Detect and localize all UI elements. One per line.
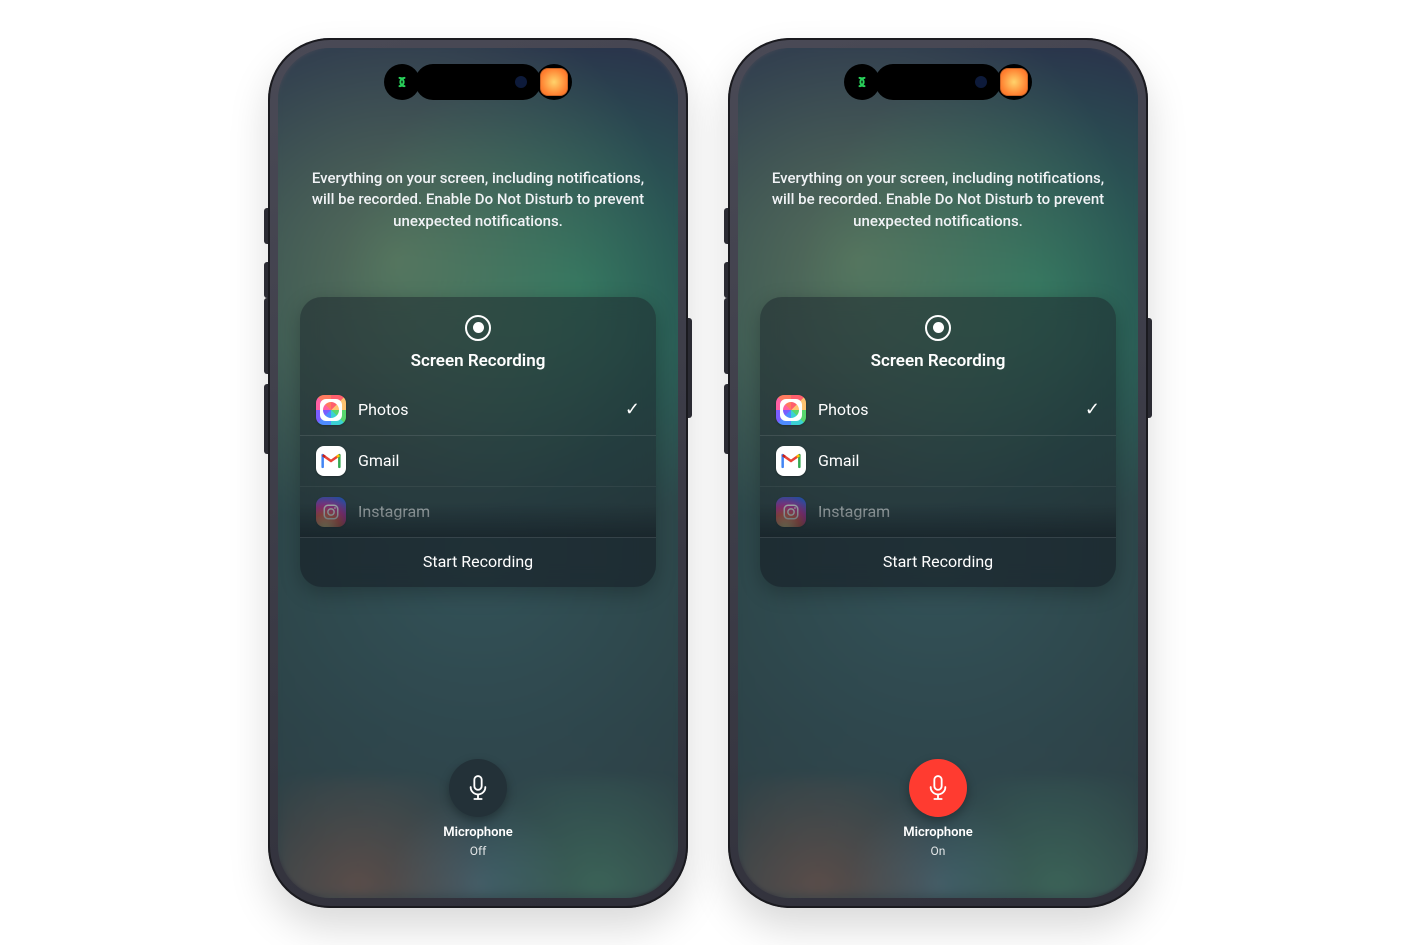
app-list[interactable]: Photos ✓ Gmail Instagram: [300, 385, 656, 537]
app-row-label: Gmail: [358, 451, 640, 470]
microphone-icon: [927, 775, 949, 801]
microphone-state: Off: [470, 844, 487, 858]
phone-mockup-right: Everything on your screen, including not…: [728, 38, 1148, 908]
screen: Everything on your screen, including not…: [278, 48, 678, 898]
app-row-label: Gmail: [818, 451, 1100, 470]
status-capsule-right: [996, 64, 1032, 100]
recording-notice-text: Everything on your screen, including not…: [768, 168, 1108, 233]
link-icon: [852, 72, 872, 92]
panel-header: Screen Recording: [300, 297, 656, 385]
gmail-app-icon: [776, 446, 806, 476]
dynamic-island: [415, 64, 541, 100]
app-row-photos[interactable]: Photos ✓: [760, 385, 1116, 435]
photos-app-icon: [316, 395, 346, 425]
app-row-label: Instagram: [358, 502, 640, 521]
active-app-thumb-icon: [1000, 68, 1028, 96]
panel-title: Screen Recording: [871, 351, 1006, 371]
phone-mockup-left: Everything on your screen, including not…: [268, 38, 688, 908]
start-recording-button[interactable]: Start Recording: [300, 537, 656, 587]
record-icon: [925, 315, 951, 341]
checkmark-icon: ✓: [625, 399, 640, 420]
app-row-label: Photos: [818, 400, 1073, 419]
recording-notice-text: Everything on your screen, including not…: [308, 168, 648, 233]
camera-dot: [975, 76, 987, 88]
microphone-toggle-button[interactable]: [449, 759, 507, 817]
app-row-gmail[interactable]: Gmail: [300, 435, 656, 486]
status-capsule-right: [536, 64, 572, 100]
microphone-icon: [467, 775, 489, 801]
microphone-label: Microphone: [443, 825, 513, 840]
app-row-gmail[interactable]: Gmail: [760, 435, 1116, 486]
app-row-label: Instagram: [818, 502, 1100, 521]
camera-dot: [515, 76, 527, 88]
instagram-app-icon: [316, 497, 346, 527]
gmail-app-icon: [316, 446, 346, 476]
app-list[interactable]: Photos ✓ Gmail Instagram: [760, 385, 1116, 537]
app-row-instagram[interactable]: Instagram: [760, 486, 1116, 537]
app-row-label: Photos: [358, 400, 613, 419]
record-icon: [465, 315, 491, 341]
microphone-label: Microphone: [903, 825, 973, 840]
link-icon: [392, 72, 412, 92]
screen: Everything on your screen, including not…: [738, 48, 1138, 898]
app-row-instagram[interactable]: Instagram: [300, 486, 656, 537]
photos-app-icon: [776, 395, 806, 425]
start-recording-button[interactable]: Start Recording: [760, 537, 1116, 587]
app-row-photos[interactable]: Photos ✓: [300, 385, 656, 435]
screen-recording-panel: Screen Recording Photos ✓ Gmail: [760, 297, 1116, 587]
checkmark-icon: ✓: [1085, 399, 1100, 420]
panel-header: Screen Recording: [760, 297, 1116, 385]
screen-recording-panel: Screen Recording Photos ✓ Gmail: [300, 297, 656, 587]
panel-title: Screen Recording: [411, 351, 546, 371]
microphone-state: On: [931, 844, 946, 858]
microphone-toggle-button[interactable]: [909, 759, 967, 817]
active-app-thumb-icon: [540, 68, 568, 96]
dynamic-island: [875, 64, 1001, 100]
instagram-app-icon: [776, 497, 806, 527]
